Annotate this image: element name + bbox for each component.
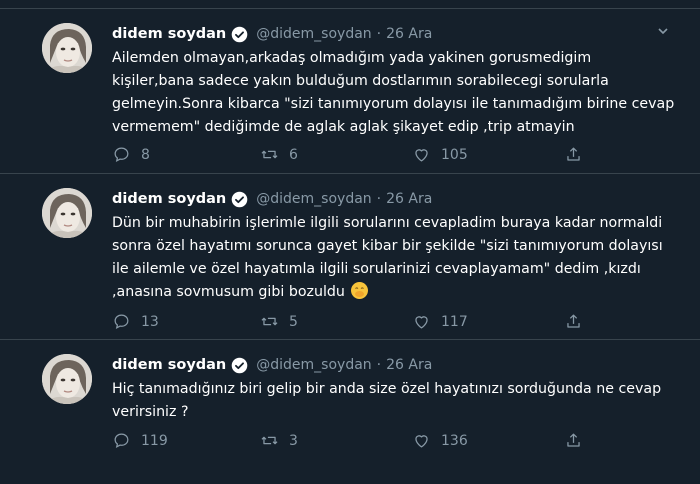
like-button[interactable]: 105 bbox=[412, 145, 468, 164]
chevron-down-icon[interactable] bbox=[656, 23, 670, 37]
tweet-actions: 13 5 117 bbox=[112, 312, 592, 334]
tweet-text-line: Dün bir muhabirin işlerimle ilgili sorul… bbox=[112, 215, 663, 231]
tweet-date[interactable]: 26 Ara bbox=[386, 191, 432, 207]
share-button[interactable] bbox=[564, 431, 583, 450]
tweet-text-line: kişiler,bana sadece yakın bulduğum dostl… bbox=[112, 73, 609, 89]
tweet-date[interactable]: 26 Ara bbox=[386, 26, 432, 42]
tweet-text-line: Hiç tanımadığınız biri gelip bir anda si… bbox=[112, 381, 662, 397]
display-name[interactable]: didem soydan bbox=[112, 357, 226, 373]
tweet-text-line: Ailemden olmayan,arkadaş olmadığım yada … bbox=[112, 50, 592, 66]
like-count: 105 bbox=[441, 146, 468, 163]
like-count: 136 bbox=[441, 432, 468, 449]
reply-button[interactable]: 8 bbox=[112, 145, 150, 164]
reply-icon bbox=[114, 314, 129, 330]
tweet[interactable]: didem soydan @didem_soydan · 26 Ara Aile… bbox=[0, 9, 700, 174]
like-button[interactable]: 117 bbox=[412, 312, 468, 331]
heart-icon bbox=[415, 149, 428, 162]
reply-count: 119 bbox=[141, 432, 168, 449]
tweet-date[interactable]: 26 Ara bbox=[386, 357, 432, 373]
display-name[interactable]: didem soydan bbox=[112, 191, 226, 207]
reply-count: 8 bbox=[141, 146, 150, 163]
share-icon bbox=[567, 147, 580, 161]
reply-button[interactable]: 13 bbox=[112, 312, 159, 331]
reply-icon bbox=[114, 147, 129, 163]
username-handle[interactable]: @didem_soydan bbox=[256, 191, 371, 207]
avatar[interactable] bbox=[42, 23, 92, 73]
retweet-count: 3 bbox=[289, 432, 298, 449]
verified-badge-icon bbox=[231, 191, 248, 208]
face-with-hand-over-mouth-emoji bbox=[351, 282, 369, 299]
verified-badge-icon bbox=[231, 357, 248, 374]
retweet-icon bbox=[261, 317, 278, 326]
tweet-text: Ailemden olmayan,arkadaş olmadığım yada … bbox=[112, 47, 682, 139]
tweet-text-line: vermemem" dediğimde de aglak aglak şikay… bbox=[112, 119, 575, 135]
verified-badge-icon bbox=[231, 26, 248, 43]
tweet[interactable]: didem soydan @didem_soydan · 26 Ara Hiç … bbox=[0, 340, 700, 484]
avatar[interactable] bbox=[42, 188, 92, 238]
username-handle[interactable]: @didem_soydan bbox=[256, 357, 371, 373]
share-button[interactable] bbox=[564, 312, 583, 331]
reply-icon bbox=[114, 433, 129, 449]
tweet-header: didem soydan @didem_soydan · 26 Ara bbox=[112, 354, 432, 376]
display-name[interactable]: didem soydan bbox=[112, 26, 226, 42]
heart-icon bbox=[415, 316, 428, 329]
like-button[interactable]: 136 bbox=[412, 431, 468, 450]
avatar[interactable] bbox=[42, 354, 92, 404]
tweet-actions: 8 6 105 bbox=[112, 145, 592, 167]
separator-dot: · bbox=[376, 357, 382, 373]
tweet-text-line: ile ailemle ve özel hayatımla ilgili sor… bbox=[112, 261, 641, 277]
reply-button[interactable]: 119 bbox=[112, 431, 168, 450]
retweet-count: 6 bbox=[289, 146, 298, 163]
timeline-top-divider bbox=[0, 0, 700, 9]
heart-icon bbox=[415, 435, 428, 448]
username-handle[interactable]: @didem_soydan bbox=[256, 26, 371, 42]
separator-dot: · bbox=[376, 26, 382, 42]
tweet-header: didem soydan @didem_soydan · 26 Ara bbox=[112, 23, 432, 45]
tweet-actions: 119 3 136 bbox=[112, 431, 592, 453]
retweet-count: 5 bbox=[289, 313, 298, 330]
retweet-button[interactable]: 5 bbox=[260, 312, 298, 331]
tweet-text-line: verirsiniz ? bbox=[112, 404, 189, 420]
tweet-text-line-last: ,anasına sovmusum gibi bozuldu bbox=[112, 281, 682, 304]
retweet-icon bbox=[261, 436, 278, 445]
separator-dot: · bbox=[376, 191, 382, 207]
tweet-text-line: ,anasına sovmusum gibi bozuldu bbox=[112, 284, 345, 300]
timeline: didem soydan @didem_soydan · 26 Ara Aile… bbox=[0, 0, 700, 484]
share-button[interactable] bbox=[564, 145, 583, 164]
tweet-text: Dün bir muhabirin işlerimle ilgili sorul… bbox=[112, 212, 682, 304]
share-icon bbox=[567, 314, 580, 328]
reply-count: 13 bbox=[141, 313, 159, 330]
retweet-button[interactable]: 6 bbox=[260, 145, 298, 164]
retweet-icon bbox=[261, 150, 278, 159]
tweet-header: didem soydan @didem_soydan · 26 Ara bbox=[112, 188, 432, 210]
tweet[interactable]: didem soydan @didem_soydan · 26 Ara Dün … bbox=[0, 174, 700, 340]
tweet-text-line: gelmeyin.Sonra kibarca "sizi tanımıyorum… bbox=[112, 96, 675, 112]
tweet-text: Hiç tanımadığınız biri gelip bir anda si… bbox=[112, 378, 682, 424]
like-count: 117 bbox=[441, 313, 468, 330]
share-icon bbox=[567, 433, 580, 447]
retweet-button[interactable]: 3 bbox=[260, 431, 298, 450]
tweet-text-line: sonra özel hayatımı sorunca gayet kibar … bbox=[112, 238, 663, 254]
